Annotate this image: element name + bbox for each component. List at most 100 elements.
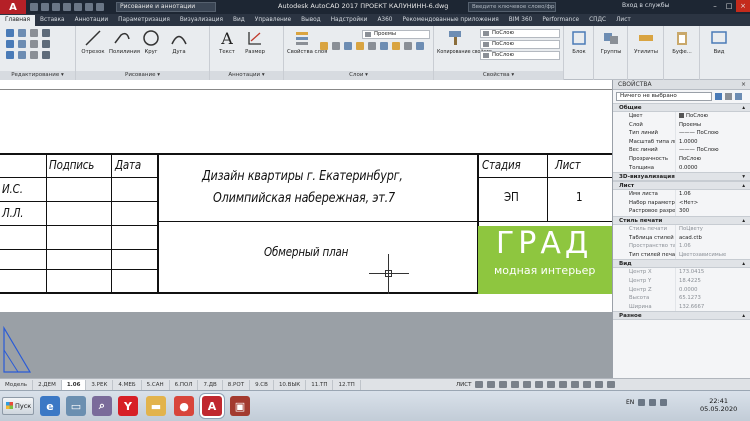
panel-title-annotation[interactable]: Аннотации ▾ — [210, 71, 283, 80]
snap-icon[interactable] — [487, 381, 496, 388]
clipboard-button[interactable]: Буфе... — [669, 29, 695, 56]
property-row[interactable]: Имя листа 1.06 — [613, 190, 750, 199]
tab-visualize[interactable]: Визуализация — [175, 15, 228, 26]
property-row[interactable]: Таблица стилей п...acad.ctb — [613, 233, 750, 243]
section-print-style[interactable]: Стиль печати ▴ — [613, 215, 750, 225]
property-row[interactable]: Пространство таб...1.06 — [613, 242, 750, 251]
layer-tool-icon[interactable] — [416, 42, 424, 50]
selection-dropdown[interactable]: Ничего не выбрано — [616, 92, 712, 101]
layout-tab[interactable]: 4.МЕБ — [113, 379, 142, 390]
property-value[interactable]: 1.0000 — [675, 137, 750, 147]
circle-tool-button[interactable]: Круг — [138, 29, 164, 56]
select-objects-icon[interactable] — [725, 93, 732, 100]
volume-icon[interactable] — [660, 399, 668, 406]
layer-tool-icon[interactable] — [320, 42, 328, 50]
section-view[interactable]: Вид ▴ — [613, 259, 750, 269]
tab-spds[interactable]: СПДС — [584, 15, 611, 26]
search-icon[interactable]: ⌕ — [92, 396, 112, 416]
annotation-scale-icon[interactable] — [559, 381, 568, 388]
layout-tab-active[interactable]: 1.06 — [61, 379, 87, 390]
panel-title-properties[interactable]: Свойства ▾ — [434, 71, 563, 80]
property-value[interactable]: ——— ПоСлою — [675, 129, 750, 138]
property-row[interactable]: Цвет ПоСлою — [613, 112, 750, 121]
trim-icon[interactable] — [30, 29, 38, 37]
layout-tab[interactable]: 12.ТП — [333, 379, 361, 390]
property-row[interactable]: Масштаб типа лин...1.0000 — [613, 137, 750, 147]
layout-tab[interactable]: 10.ВЫК — [274, 379, 307, 390]
save-as-icon[interactable] — [63, 3, 71, 11]
drawing-canvas[interactable]: Подпись Дата И.С. Л.Л. Дизайн квартиры г… — [0, 80, 612, 378]
arc-tool-button[interactable]: Дуга — [166, 29, 192, 56]
dimension-tool-button[interactable]: Размер — [242, 29, 268, 56]
osnap-icon[interactable] — [523, 381, 532, 388]
media-player-icon[interactable]: ● — [174, 396, 194, 416]
tab-addins[interactable]: Надстройки — [326, 15, 373, 26]
panel-title-modify[interactable]: Редактирование ▾ — [0, 71, 75, 80]
layout-tab[interactable]: 5.САН — [142, 379, 170, 390]
property-row[interactable]: Прозрачность ПоСлою — [613, 154, 750, 164]
tab-a360[interactable]: А360 — [372, 15, 397, 26]
layer-properties-button[interactable]: Свойства слоя — [287, 29, 327, 56]
lineweight-icon[interactable] — [547, 381, 556, 388]
section-general[interactable]: Общие ▴ — [613, 103, 750, 112]
layer-tool-icon[interactable] — [380, 42, 388, 50]
property-row[interactable]: Тип линий ——— ПоСлою — [613, 129, 750, 138]
customize-menu-icon[interactable] — [607, 381, 616, 388]
property-row[interactable]: Толщина 0.0000 — [613, 163, 750, 173]
scale-icon[interactable] — [18, 51, 26, 59]
minimize-button[interactable]: – — [708, 0, 722, 12]
tab-manage[interactable]: Управление — [250, 15, 296, 26]
layer-tool-icon[interactable] — [404, 42, 412, 50]
copy-icon[interactable] — [6, 40, 14, 48]
layout-tab[interactable]: 6.ПОЛ — [170, 379, 199, 390]
section-3d-viz[interactable]: 3D-визуализация ▾ — [613, 172, 750, 182]
layer-tool-icon[interactable] — [356, 42, 364, 50]
close-button[interactable]: × — [736, 0, 750, 12]
block-button[interactable]: Блок — [566, 29, 592, 56]
tab-annotate[interactable]: Аннотации — [70, 15, 114, 26]
line-tool-button[interactable]: Отрезок — [80, 29, 106, 56]
property-row[interactable]: Высота 65.1273 — [613, 294, 750, 303]
property-row[interactable]: Растровое разре...300 — [613, 207, 750, 216]
workspace-gear-icon[interactable] — [571, 381, 580, 388]
tab-output[interactable]: Вывод — [296, 15, 326, 26]
layout-tab[interactable]: 3.РЕК — [86, 379, 114, 390]
property-value[interactable]: 0.0000 — [675, 163, 750, 173]
yandex-browser-icon[interactable]: Y — [118, 396, 138, 416]
tab-bim360[interactable]: BIM 360 — [504, 15, 538, 26]
autocad-taskbar-icon[interactable]: A — [202, 396, 222, 416]
layout-tab[interactable]: 7.ДВ — [198, 379, 223, 390]
tab-performance[interactable]: Performance — [537, 15, 584, 26]
fillet-icon[interactable] — [30, 40, 38, 48]
isolate-icon[interactable] — [583, 381, 592, 388]
property-row[interactable]: Вес линий ——— ПоСлою — [613, 146, 750, 155]
maximize-button[interactable]: □ — [722, 0, 736, 12]
redo-icon[interactable] — [96, 3, 104, 11]
space-mode-toggle[interactable]: ЛИСТ — [456, 382, 471, 388]
layout-tab[interactable]: Модель — [0, 379, 34, 390]
toggle-pickadd-icon[interactable] — [715, 93, 722, 100]
property-value[interactable]: ПоСлою — [675, 154, 750, 164]
color-dropdown[interactable]: ПоСлою — [480, 29, 560, 38]
tab-home[interactable]: Главная — [0, 15, 36, 26]
save-icon[interactable] — [52, 3, 60, 11]
layer-tool-icon[interactable] — [332, 42, 340, 50]
open-file-icon[interactable] — [41, 3, 49, 11]
property-value[interactable]: acad.ctb — [675, 233, 750, 243]
utilities-button[interactable]: Утилиты — [633, 29, 659, 56]
tool-more-icon[interactable] — [42, 51, 50, 59]
layer-tool-icon[interactable] — [368, 42, 376, 50]
property-value[interactable]: Проемы — [675, 120, 750, 130]
language-indicator[interactable]: EN — [626, 399, 634, 406]
array-icon[interactable] — [30, 51, 38, 59]
mirror-icon[interactable] — [18, 40, 26, 48]
property-row[interactable]: Центр Z 0.0000 — [613, 285, 750, 295]
property-row[interactable]: Тип стилей печатиЦветозависимые — [613, 250, 750, 260]
tab-view[interactable]: Вид — [228, 15, 250, 26]
view-button[interactable]: Вид — [706, 29, 732, 56]
network-icon[interactable] — [649, 399, 657, 406]
layout-tab[interactable]: 9.СВ — [250, 379, 274, 390]
property-value[interactable]: ——— ПоСлою — [675, 146, 750, 155]
sign-in-link[interactable]: Вход в службы — [622, 2, 669, 9]
property-value[interactable]: 1.06 — [675, 190, 750, 199]
